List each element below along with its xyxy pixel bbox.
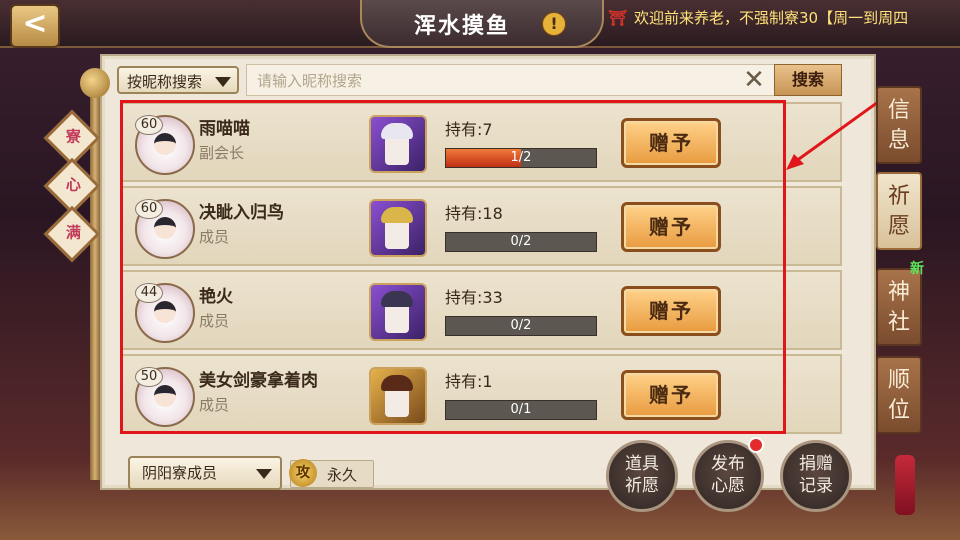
member-filter-label: 阴阳寮成员 <box>142 464 218 482</box>
chevron-down-icon <box>256 469 272 479</box>
avatar[interactable]: 50 <box>135 367 195 427</box>
torii-icon: ⛩ <box>608 9 628 27</box>
shikigami-portrait[interactable] <box>369 199 427 257</box>
progress-bar: 0/1 <box>445 400 597 420</box>
level-badge: 60 <box>135 115 163 135</box>
clear-icon[interactable]: ✕ <box>741 67 767 93</box>
warning-icon[interactable]: ! <box>542 12 566 36</box>
new-badge: 新 <box>910 261 924 277</box>
avatar[interactable]: 60 <box>135 115 195 175</box>
progress-bar: 1/2 <box>445 148 597 168</box>
member-role: 成员 <box>199 396 230 414</box>
member-filter-dropdown[interactable]: 阴阳寮成员 <box>128 456 282 490</box>
tab-shrine[interactable]: 神社 <box>876 268 922 346</box>
level-badge: 44 <box>135 283 163 303</box>
tab-wish[interactable]: 祈愿 <box>876 172 922 250</box>
search-type-label: 按昵称搜索 <box>127 73 203 91</box>
gift-button[interactable]: 赠予 <box>621 118 721 168</box>
member-role: 成员 <box>199 312 230 330</box>
level-badge: 50 <box>135 367 163 387</box>
gift-button[interactable]: 赠予 <box>621 370 721 420</box>
avatar[interactable]: 44 <box>135 283 195 343</box>
member-row: 60 雨喵喵 副会长 持有:7 1/2 赠予 <box>121 102 842 182</box>
progress-bar: 0/2 <box>445 232 597 252</box>
level-badge: 60 <box>135 199 163 219</box>
owned-count: 持有:1 <box>445 372 493 391</box>
top-bar: < 浑水摸鱼 ! ⛩ 欢迎前来养老，不强制寮30【周一到周四 <box>0 0 960 48</box>
chevron-down-icon <box>215 77 231 87</box>
guild-title-plate: 浑水摸鱼 ! <box>360 0 604 48</box>
gift-button[interactable]: 赠予 <box>621 202 721 252</box>
gift-button[interactable]: 赠予 <box>621 286 721 336</box>
search-box: ✕ <box>246 64 776 96</box>
owned-count: 持有:18 <box>445 204 503 223</box>
shikigami-portrait[interactable] <box>369 283 427 341</box>
member-row: 50 美女剑豪拿着肉 成员 持有:1 0/1 赠予 <box>121 354 842 434</box>
avatar[interactable]: 60 <box>135 199 195 259</box>
item-wish-button[interactable]: 道具 祈愿 <box>606 440 678 512</box>
shikigami-portrait[interactable] <box>369 367 427 425</box>
announcement-marquee: ⛩ 欢迎前来养老，不强制寮30【周一到周四 <box>608 6 960 30</box>
permission-badge[interactable]: 攻 永久 <box>289 459 374 488</box>
member-name: 美女剑豪拿着肉 <box>199 371 318 391</box>
page-title: 浑水摸鱼 <box>413 14 510 39</box>
back-button[interactable]: < <box>10 4 60 48</box>
permission-icon: 攻 <box>289 459 317 487</box>
donation-log-button[interactable]: 捐赠 记录 <box>780 440 852 512</box>
progress-text: 0/1 <box>510 402 532 417</box>
member-role: 副会长 <box>199 144 245 162</box>
owned-count: 持有:33 <box>445 288 503 307</box>
progress-bar: 0/2 <box>445 316 597 336</box>
shikigami-portrait[interactable] <box>369 115 427 173</box>
member-role: 成员 <box>199 228 230 246</box>
scroll-rod-knob <box>80 68 110 98</box>
notification-dot <box>748 437 764 453</box>
side-tag-label: 满 <box>65 223 81 242</box>
search-type-dropdown[interactable]: 按昵称搜索 <box>117 66 239 94</box>
permission-label: 永久 <box>327 466 358 484</box>
tassel-decoration <box>895 455 915 515</box>
owned-count: 持有:7 <box>445 120 493 139</box>
search-input[interactable] <box>255 69 739 93</box>
side-tag-label: 寮 <box>65 127 81 146</box>
member-row: 60 决眦入归鸟 成员 持有:18 0/2 赠予 <box>121 186 842 266</box>
member-row: 44 艳火 成员 持有:33 0/2 赠予 <box>121 270 842 350</box>
tab-info[interactable]: 信息 <box>876 86 922 164</box>
member-name: 决眦入归鸟 <box>199 203 284 223</box>
announcement-text: 欢迎前来养老，不强制寮30【周一到周四 <box>634 9 909 27</box>
tab-ranking[interactable]: 顺位 <box>876 356 922 434</box>
member-name: 艳火 <box>199 287 233 307</box>
progress-text: 1/2 <box>510 150 532 165</box>
member-name: 雨喵喵 <box>199 119 250 139</box>
side-tag-label: 心 <box>65 175 81 194</box>
progress-text: 0/2 <box>510 234 532 249</box>
progress-text: 0/2 <box>510 318 532 333</box>
